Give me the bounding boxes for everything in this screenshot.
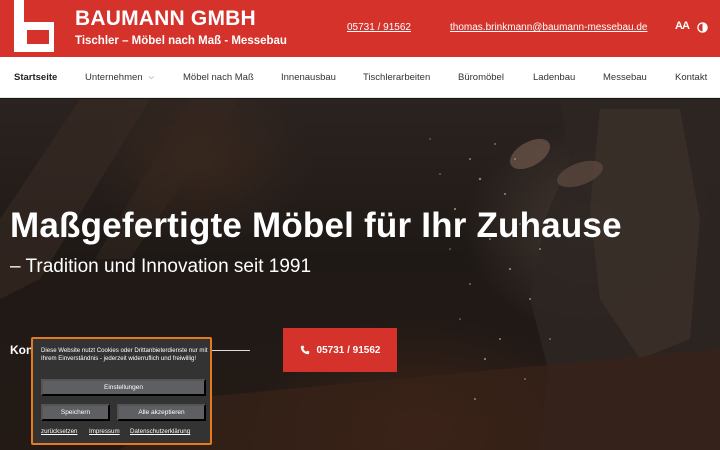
- nav-item-label: Unternehmen: [85, 72, 143, 83]
- baumann-logo[interactable]: [10, 0, 62, 56]
- cookie-settings-button[interactable]: Einstellungen: [41, 379, 206, 396]
- nav-item-bueromoebel[interactable]: Büromöbel: [458, 72, 504, 83]
- cookie-privacy-link[interactable]: Datenschutzerklärung: [130, 428, 190, 435]
- hero-subtitle: – Tradition und Innovation seit 1991: [10, 256, 312, 277]
- hero-call-button[interactable]: 05731 / 91562: [283, 328, 397, 372]
- nav-item-tischlerarbeiten[interactable]: Tischlerarbeiten: [363, 72, 430, 83]
- nav-item-innenausbau[interactable]: Innenausbau: [281, 72, 336, 83]
- header-phone-link[interactable]: 05731 / 91562: [347, 22, 411, 33]
- cookie-consent-banner: Diese Website nutzt Cookies oder Drittan…: [31, 337, 212, 445]
- nav-item-kontakt[interactable]: Kontakt: [675, 72, 707, 83]
- cookie-consent-text: Diese Website nutzt Cookies oder Drittan…: [41, 347, 208, 363]
- cookie-save-button[interactable]: Speichern: [41, 404, 110, 421]
- contrast-icon[interactable]: [697, 22, 708, 33]
- hero-title: Maßgefertigte Möbel für Ihr Zuhause: [10, 206, 622, 245]
- brand-tagline: Tischler – Möbel nach Maß - Messebau: [75, 35, 287, 47]
- nav-item-messebau[interactable]: Messebau: [603, 72, 647, 83]
- nav-item-unternehmen[interactable]: Unternehmen ⌵: [85, 72, 154, 83]
- chevron-down-icon: ⌵: [148, 74, 154, 81]
- nav-item-moebel-nach-mass[interactable]: Möbel nach Maß: [183, 72, 254, 83]
- logo-mark-icon: [10, 0, 62, 56]
- main-navigation: Startseite Unternehmen ⌵ Möbel nach Maß I…: [0, 57, 720, 98]
- brand-name[interactable]: BAUMANN GMBH: [75, 7, 256, 31]
- nav-item-startseite[interactable]: Startseite: [14, 72, 57, 83]
- phone-icon: [300, 345, 309, 355]
- cookie-reset-link[interactable]: zurücksetzen: [41, 428, 77, 435]
- cookie-accept-all-button[interactable]: Alle akzeptieren: [117, 404, 206, 421]
- top-header: BAUMANN GMBH Tischler – Möbel nach Maß -…: [0, 0, 720, 57]
- nav-item-ladenbau[interactable]: Ladenbau: [533, 72, 575, 83]
- hero-section: Maßgefertigte Möbel für Ihr Zuhause – Tr…: [0, 99, 720, 450]
- cookie-imprint-link[interactable]: Impressum: [89, 428, 120, 435]
- hero-call-button-label: 05731 / 91562: [316, 344, 381, 356]
- header-email-link[interactable]: thomas.brinkmann@baumann-messebau.de: [450, 22, 647, 33]
- font-size-icon[interactable]: AA: [675, 20, 690, 32]
